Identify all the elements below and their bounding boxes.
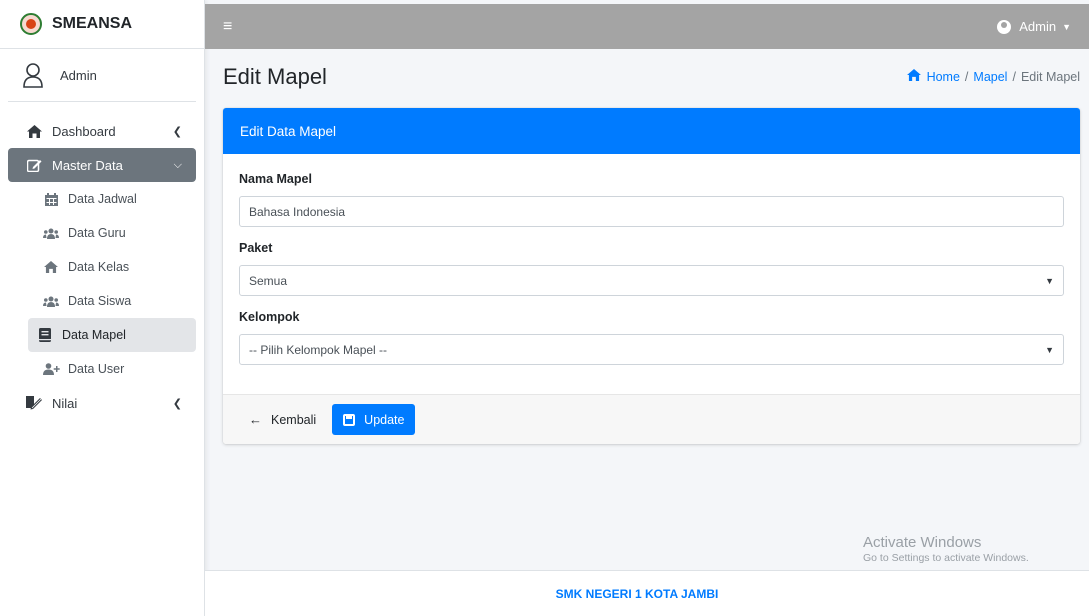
card-title: Edit Data Mapel (240, 123, 337, 139)
activation-watermark: Activate Windows Go to Settings to activ… (863, 534, 1029, 564)
sidebar-item-label: Nilai (52, 395, 78, 411)
sidebar-item-label: Data Mapel (62, 328, 126, 342)
users-icon (42, 296, 60, 307)
home-icon (42, 261, 60, 273)
user-dropdown-label: Admin (1019, 19, 1057, 34)
nama-mapel-input[interactable]: Bahasa Indonesia (239, 196, 1064, 227)
chevron-down-icon: ⌵ (173, 158, 182, 171)
sidebar-item-label: Data User (68, 362, 125, 376)
user-outline-icon (20, 61, 46, 89)
edit-mapel-card: Edit Data Mapel Nama Mapel Bahasa Indone… (223, 108, 1080, 444)
form-group-nama-mapel: Nama Mapel Bahasa Indonesia (239, 172, 1064, 227)
watermark-title: Activate Windows (863, 534, 982, 551)
sidebar-item-label: Data Siswa (68, 294, 132, 308)
page-title: Edit Mapel (223, 64, 327, 89)
sidebar-item-data-siswa[interactable]: Data Siswa (8, 284, 196, 318)
paket-selected-value: Semua (249, 273, 288, 288)
sidebar-item-label: Dashboard (52, 123, 116, 139)
edit-icon (25, 158, 43, 172)
card-body: Nama Mapel Bahasa Indonesia Paket Semua … (223, 154, 1080, 394)
chevron-left-icon: ❮ (172, 397, 182, 410)
watermark-subtitle: Go to Settings to activate Windows. (863, 552, 1029, 564)
user-plus-icon (42, 363, 60, 375)
select-caret-icon: ▼ (1045, 275, 1054, 286)
breadcrumb: Home / Mapel / Edit Mapel (906, 69, 1080, 84)
sidebar-item-master-data[interactable]: Master Data ⌵ (8, 148, 196, 182)
card-header: Edit Data Mapel (223, 108, 1080, 154)
back-button[interactable]: ← Kembali (249, 412, 316, 427)
sidebar-item-label: Master Data (52, 157, 123, 173)
paket-select[interactable]: Semua ▼ (239, 265, 1064, 296)
sidebar-item-data-user[interactable]: Data User (8, 352, 196, 386)
chevron-left-icon: ❮ (172, 125, 182, 138)
sidebar-item-dashboard[interactable]: Dashboard ❮ (8, 114, 196, 148)
update-button[interactable]: Update (332, 404, 416, 435)
user-circle-icon (997, 19, 1012, 34)
breadcrumb-home-link[interactable]: Home (927, 70, 960, 84)
top-navbar: ≡ Admin ▼ (205, 4, 1089, 49)
breadcrumb-mapel-link[interactable]: Mapel (973, 70, 1007, 84)
user-dropdown[interactable]: Admin ▼ (997, 19, 1071, 34)
users-icon (42, 228, 60, 239)
caret-down-icon: ▼ (1062, 21, 1071, 32)
page-footer: SMK NEGERI 1 KOTA JAMBI (205, 570, 1089, 616)
breadcrumb-current: Edit Mapel (1020, 69, 1080, 84)
calendar-icon (42, 192, 60, 206)
footer-text: SMK NEGERI 1 KOTA JAMBI (555, 586, 719, 601)
home-icon (906, 69, 921, 84)
update-button-label: Update (364, 412, 405, 427)
sidebar-item-label: Data Kelas (68, 260, 130, 274)
save-icon (343, 413, 356, 426)
sidebar-item-nilai[interactable]: Nilai ❮ (8, 386, 196, 420)
brand-name: SMEANSA (52, 15, 133, 32)
back-button-label: Kembali (271, 412, 317, 427)
user-panel[interactable]: Admin (8, 49, 196, 102)
kelompok-label: Kelompok (239, 310, 300, 324)
brand-link[interactable]: SMEANSA (0, 0, 204, 49)
sidebar-item-data-mapel[interactable]: Data Mapel (28, 318, 196, 352)
book-icon (36, 328, 54, 342)
form-group-paket: Paket Semua ▼ (239, 241, 1064, 296)
home-icon (25, 124, 43, 138)
sidebar-item-label: Data Jadwal (68, 192, 137, 206)
sidebar-menu: Dashboard ❮ Master Data ⌵ Data Jadwal Da… (0, 102, 204, 420)
sidebar-item-data-guru[interactable]: Data Guru (8, 216, 196, 250)
sidebar-item-label: Data Guru (68, 226, 126, 240)
menu-toggle-icon[interactable]: ≡ (223, 18, 232, 36)
arrow-left-icon: ← (249, 412, 262, 427)
select-caret-icon: ▼ (1045, 344, 1054, 355)
kelompok-selected-value: -- Pilih Kelompok Mapel -- (249, 342, 388, 357)
breadcrumb-separator: / (964, 69, 969, 84)
card-footer: ← Kembali Update (223, 394, 1080, 444)
user-name: Admin (60, 67, 97, 83)
signature-icon (25, 396, 43, 410)
sidebar-item-data-kelas[interactable]: Data Kelas (8, 250, 196, 284)
sidebar: SMEANSA Admin Dashboard ❮ Master Data ⌵ … (0, 0, 205, 616)
form-group-kelompok: Kelompok -- Pilih Kelompok Mapel -- ▼ (239, 310, 1064, 365)
breadcrumb-separator: / (1012, 69, 1016, 84)
kelompok-select[interactable]: -- Pilih Kelompok Mapel -- ▼ (239, 334, 1064, 365)
nama-mapel-label: Nama Mapel (239, 172, 312, 186)
nama-mapel-value: Bahasa Indonesia (249, 204, 346, 219)
paket-label: Paket (239, 241, 273, 255)
sidebar-item-data-jadwal[interactable]: Data Jadwal (8, 182, 196, 216)
school-logo (20, 13, 42, 35)
